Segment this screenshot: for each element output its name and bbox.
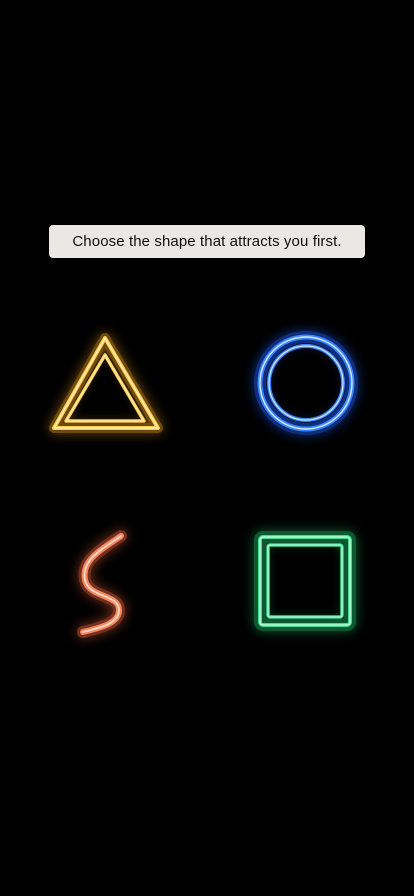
- neon-circle-icon: [254, 331, 358, 435]
- question-text: Choose the shape that attracts you first…: [72, 233, 342, 250]
- square-option[interactable]: [246, 525, 364, 637]
- neon-triangle-icon: [49, 333, 163, 433]
- triangle-option[interactable]: [40, 325, 170, 450]
- circle-option[interactable]: [246, 325, 366, 445]
- neon-s-curve-icon: [77, 530, 127, 638]
- s-curve-option[interactable]: [65, 520, 145, 650]
- question-prompt: Choose the shape that attracts you first…: [49, 225, 365, 258]
- neon-square-icon: [254, 531, 356, 631]
